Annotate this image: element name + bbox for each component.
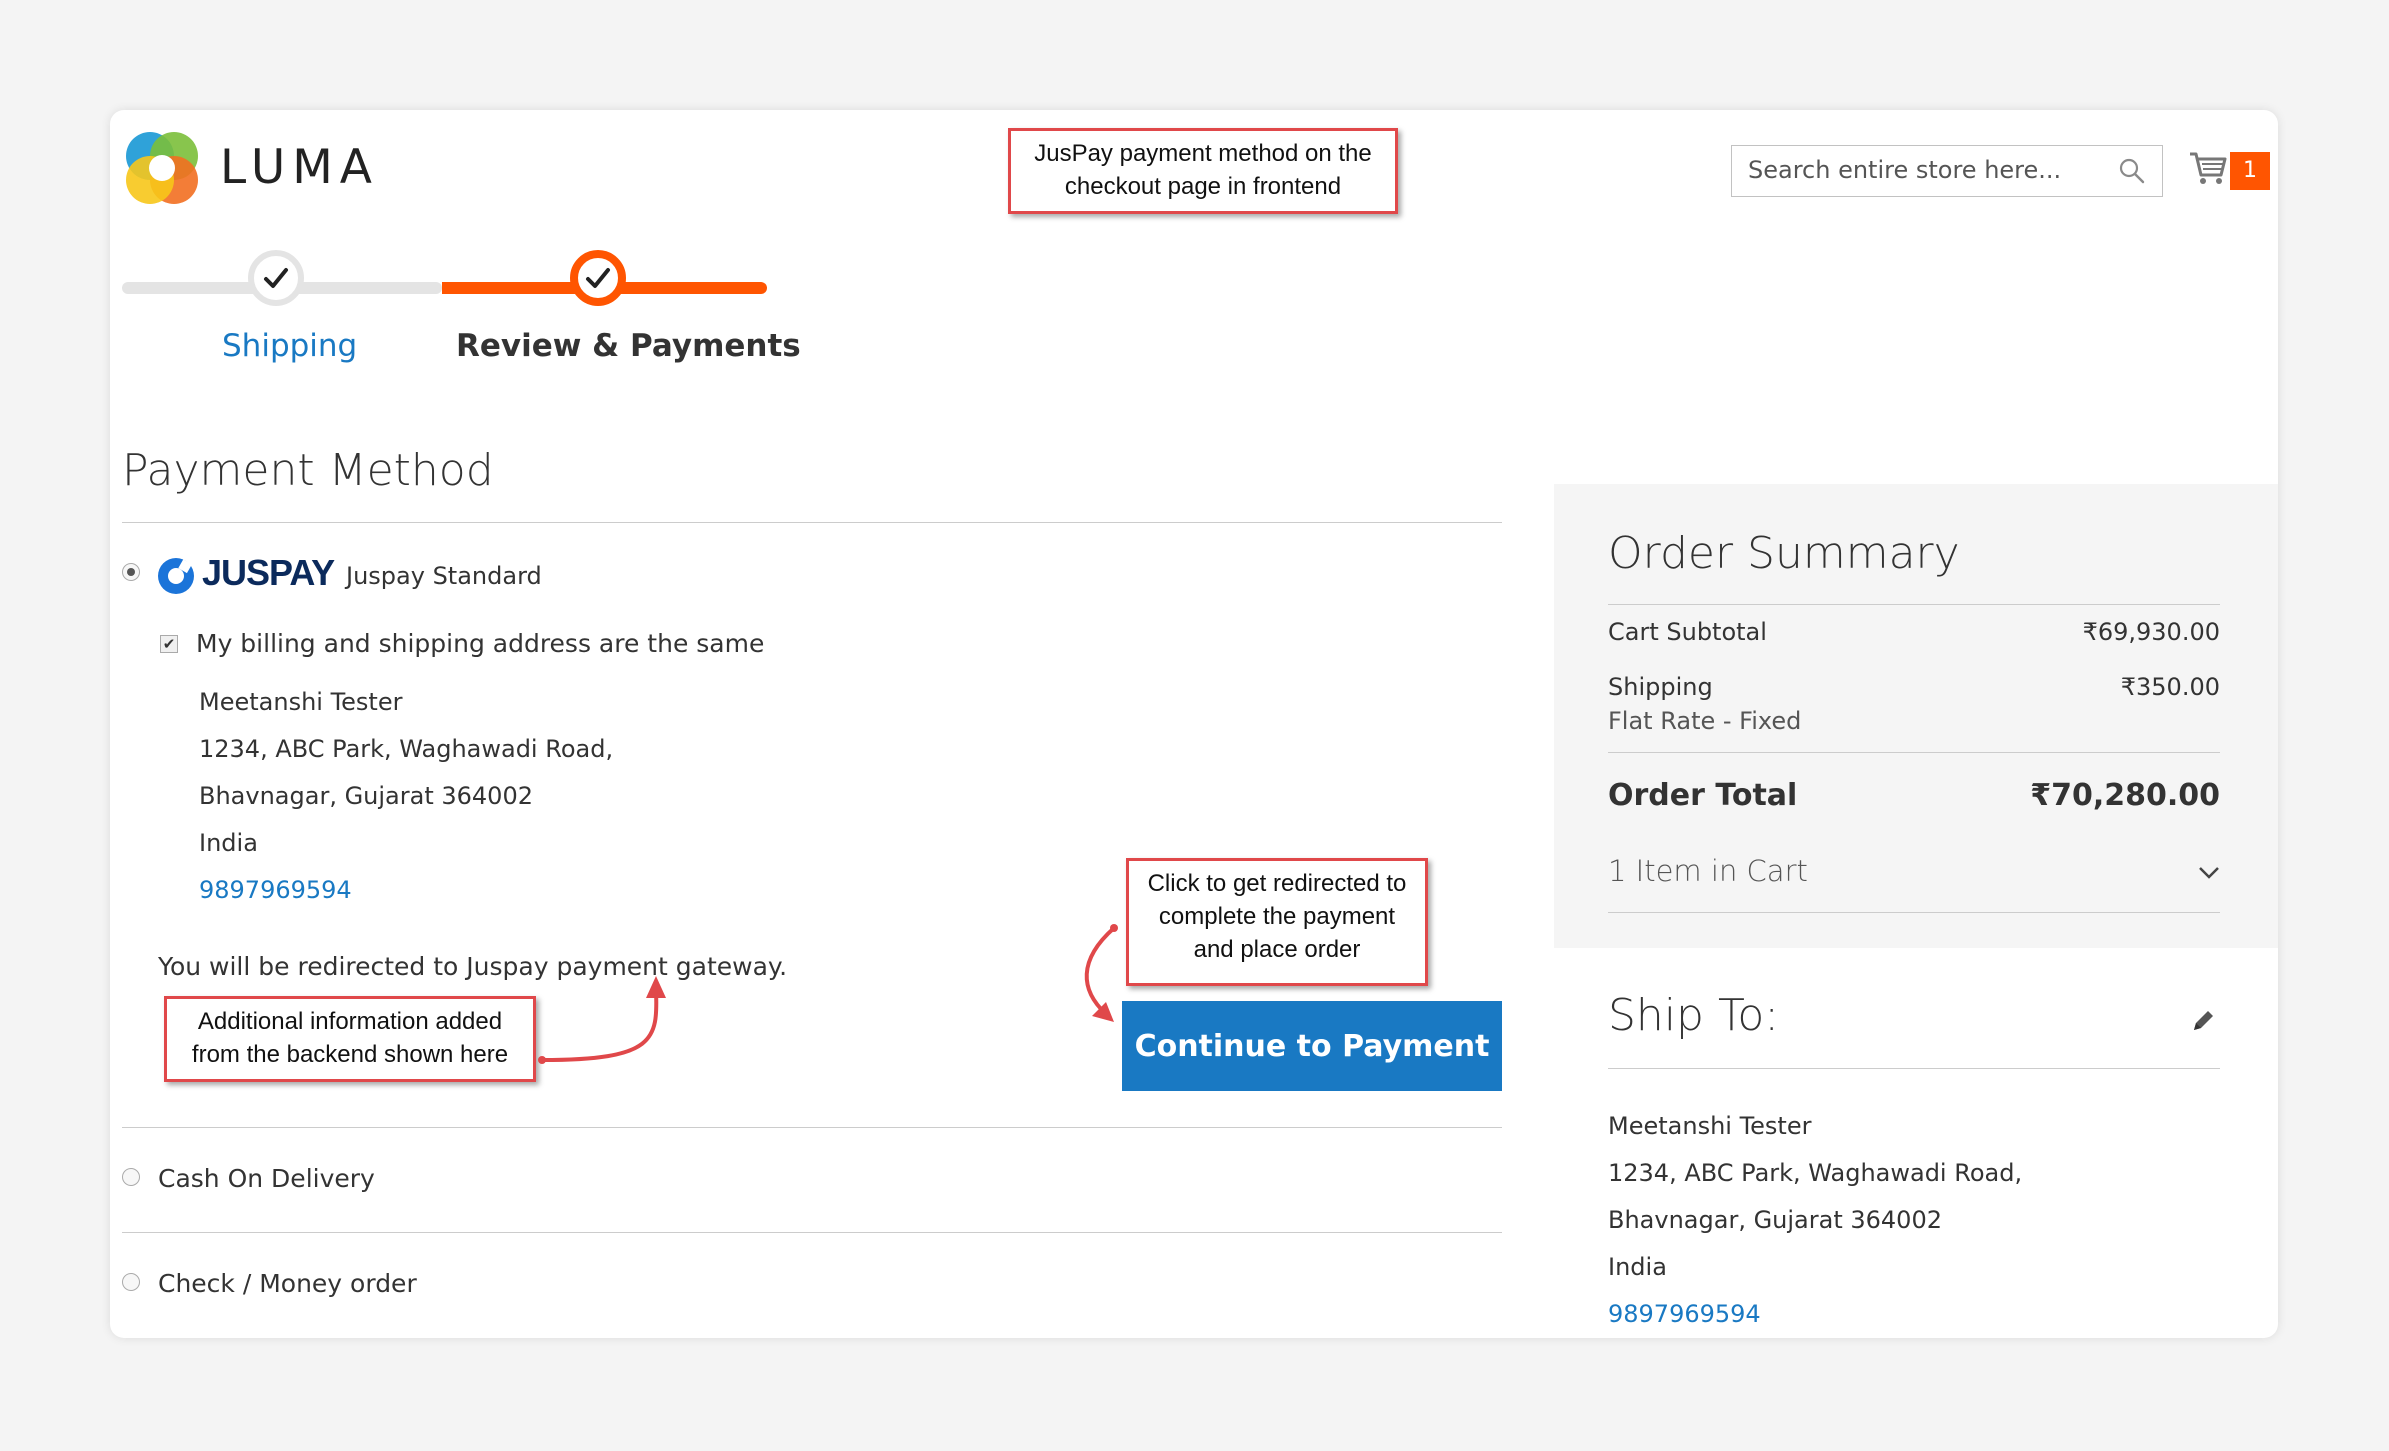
cart-subtotal-value: ₹69,930.00 — [2082, 618, 2220, 646]
billing-name: Meetanshi Tester — [199, 688, 403, 716]
order-total-value: ₹70,280.00 — [2030, 778, 2220, 813]
ship-street: 1234, ABC Park, Waghawadi Road, — [1608, 1159, 2023, 1187]
order-total-label: Order Total — [1608, 778, 1798, 813]
step-shipping-circle[interactable] — [248, 250, 304, 306]
divider — [1608, 752, 2220, 753]
billing-street: 1234, ABC Park, Waghawadi Road, — [199, 735, 614, 763]
step-review-circle — [570, 250, 626, 306]
cart-count-badge[interactable]: 1 — [2230, 152, 2270, 190]
annotation-continue: Click to get redirected to complete the … — [1126, 858, 1428, 986]
search-box — [1731, 145, 2163, 197]
cod-label[interactable]: Cash On Delivery — [158, 1164, 375, 1193]
annotation-line: JusPay payment method on the — [1034, 140, 1372, 167]
divider — [1608, 604, 2220, 605]
check-icon — [586, 268, 610, 288]
billing-same-label[interactable]: My billing and shipping address are the … — [196, 629, 764, 658]
billing-country: India — [199, 829, 258, 857]
divider — [122, 1127, 1502, 1128]
annotation-line: complete the payment — [1158, 903, 1396, 930]
juspay-radio[interactable] — [122, 563, 140, 581]
step-shipping-label[interactable]: Shipping — [222, 328, 357, 364]
shipping-label: Shipping — [1608, 673, 1713, 701]
juspay-brand: JUSPAY — [202, 552, 335, 593]
ship-name: Meetanshi Tester — [1608, 1112, 1812, 1140]
annotation-juspay-method: JusPay payment method on the checkout pa… — [1008, 128, 1398, 214]
continue-to-payment-button[interactable]: Continue to Payment — [1122, 1001, 1502, 1091]
billing-city: Bhavnagar, Gujarat 364002 — [199, 782, 533, 810]
check-icon — [264, 268, 288, 288]
shipping-value: ₹350.00 — [2120, 673, 2220, 701]
cart-subtotal-label: Cart Subtotal — [1608, 618, 1767, 646]
divider — [1608, 912, 2220, 913]
checkout-page: LUMA JusPay payment method on the checko… — [110, 110, 2278, 1338]
juspay-method-label[interactable]: Juspay Standard — [346, 562, 542, 590]
divider — [1608, 1068, 2220, 1069]
search-icon[interactable] — [2118, 157, 2146, 185]
ship-to-title: Ship To: — [1608, 990, 1780, 1041]
annotation-line: and place order — [1193, 936, 1361, 963]
ship-phone-link[interactable]: 9897969594 — [1608, 1300, 1761, 1328]
divider — [122, 1232, 1502, 1233]
annotation-additional-info: Additional information added from the ba… — [164, 996, 536, 1082]
annotation-line: checkout page in frontend — [1064, 173, 1342, 200]
billing-same-checkbox[interactable]: ✔ — [160, 635, 178, 653]
order-summary-title: Order Summary — [1608, 528, 1960, 579]
luma-logo-icon[interactable] — [122, 128, 202, 208]
shipping-method: Flat Rate - Fixed — [1608, 707, 1802, 735]
juspay-logo-icon — [158, 558, 194, 594]
cart-icon[interactable] — [2188, 148, 2228, 188]
items-in-cart-toggle[interactable]: 1 Item in Cart — [1608, 854, 1808, 888]
cod-radio[interactable] — [122, 1168, 140, 1186]
annotation-line: Click to get redirected to — [1147, 870, 1407, 897]
billing-phone-link[interactable]: 9897969594 — [199, 876, 352, 904]
logo-text[interactable]: LUMA — [220, 140, 379, 195]
annotation-line: from the backend shown here — [191, 1041, 509, 1068]
redirect-note: You will be redirected to Juspay payment… — [158, 952, 788, 981]
chevron-down-icon[interactable] — [2196, 862, 2222, 882]
payment-method-title: Payment Method — [122, 445, 494, 496]
check-money-radio[interactable] — [122, 1273, 140, 1291]
step-review-label: Review & Payments — [456, 328, 801, 364]
ship-country: India — [1608, 1253, 1667, 1281]
search-input[interactable] — [1732, 146, 2108, 194]
annotation-line: Additional information added — [197, 1008, 503, 1035]
check-money-label[interactable]: Check / Money order — [158, 1269, 417, 1298]
divider — [122, 522, 1502, 523]
ship-city: Bhavnagar, Gujarat 364002 — [1608, 1206, 1942, 1234]
pencil-edit-icon[interactable] — [2188, 1006, 2218, 1036]
